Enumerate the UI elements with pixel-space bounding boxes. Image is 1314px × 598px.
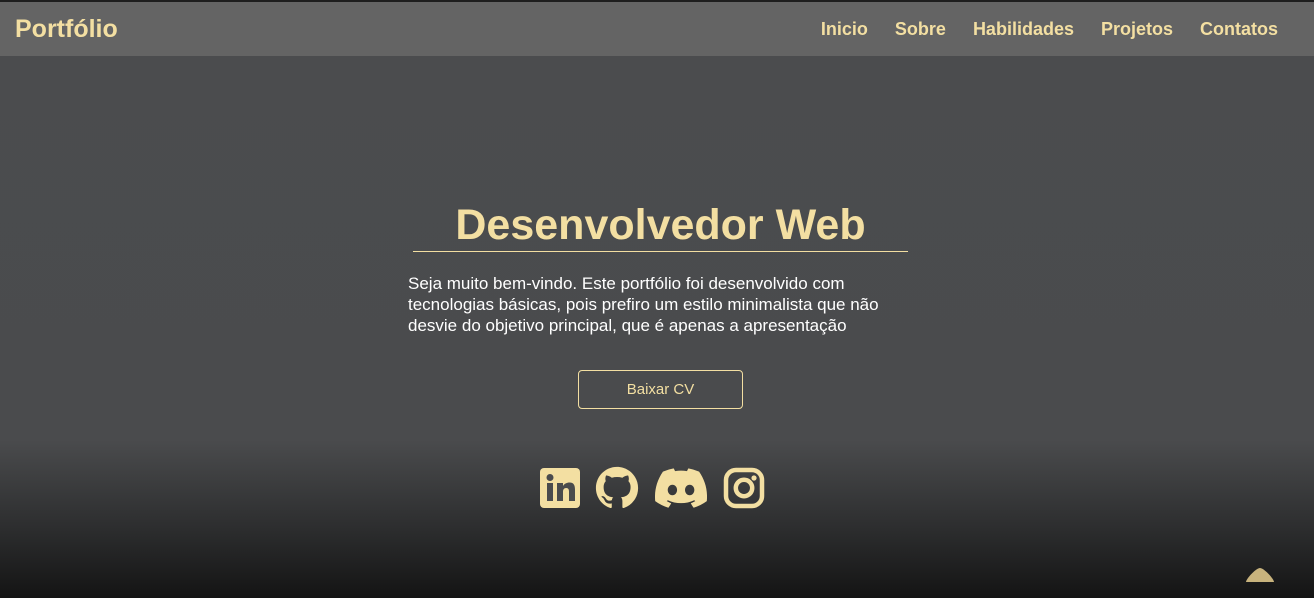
navbar: Portfólio Inicio Sobre Habilidades Proje…: [0, 2, 1314, 56]
nav-link-projetos[interactable]: Projetos: [1101, 18, 1173, 40]
nav-link-sobre[interactable]: Sobre: [895, 18, 946, 40]
nav-links: Inicio Sobre Habilidades Projetos Contat…: [821, 18, 1278, 40]
hero-description: Seja muito bem-vindo. Este portfólio foi…: [408, 274, 879, 335]
nav-link-contatos[interactable]: Contatos: [1200, 18, 1278, 40]
chevron-up-icon[interactable]: [1244, 565, 1276, 588]
nav-link-inicio[interactable]: Inicio: [821, 18, 868, 40]
nav-link-habilidades[interactable]: Habilidades: [973, 18, 1074, 40]
instagram-icon[interactable]: [723, 467, 765, 509]
linkedin-icon[interactable]: [539, 467, 581, 509]
brand-logo[interactable]: Portfólio: [15, 14, 118, 44]
social-links: [539, 466, 765, 510]
download-cv-button[interactable]: Baixar CV: [578, 370, 743, 409]
discord-icon[interactable]: [655, 468, 707, 508]
github-icon[interactable]: [595, 466, 639, 510]
hero-title: Desenvolvedor Web: [413, 200, 908, 252]
